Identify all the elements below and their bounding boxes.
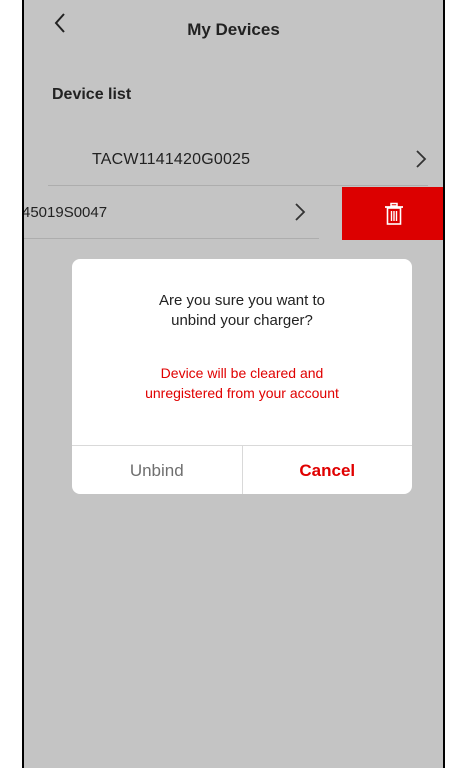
device-serial: 45019S0047 [22,204,108,221]
chevron-right-icon [416,150,427,168]
dialog-warning-message: Device will be cleared and unregistered … [72,363,412,403]
unbind-button[interactable]: Unbind [72,446,243,494]
dialog-title-line: Are you sure you want to [159,292,325,309]
dialog-message-line: Device will be cleared and [160,365,324,381]
dialog-title-line: unbind your charger? [171,312,313,329]
unbind-confirm-dialog: Are you sure you want to unbind your cha… [72,259,412,494]
device-list-title: Device list [52,86,132,103]
device-serial: TACW1141420G0025 [92,150,251,168]
device-list-item[interactable]: 45019S0047 [24,187,319,239]
delete-device-button[interactable] [342,187,443,240]
dialog-title: Are you sure you want to unbind your cha… [72,291,412,331]
device-list-item[interactable]: TACW1141420G0025 [48,134,428,186]
chevron-right-icon [295,203,306,221]
phone-screen: My Devices Device list TACW1141420G0025 … [22,0,445,768]
page-title: My Devices [187,20,280,39]
header-bar: My Devices [24,0,443,64]
dialog-actions: Unbind Cancel [72,445,412,494]
cancel-button[interactable]: Cancel [243,446,413,494]
trash-icon [384,202,403,225]
dialog-message-line: unregistered from your account [145,385,339,401]
